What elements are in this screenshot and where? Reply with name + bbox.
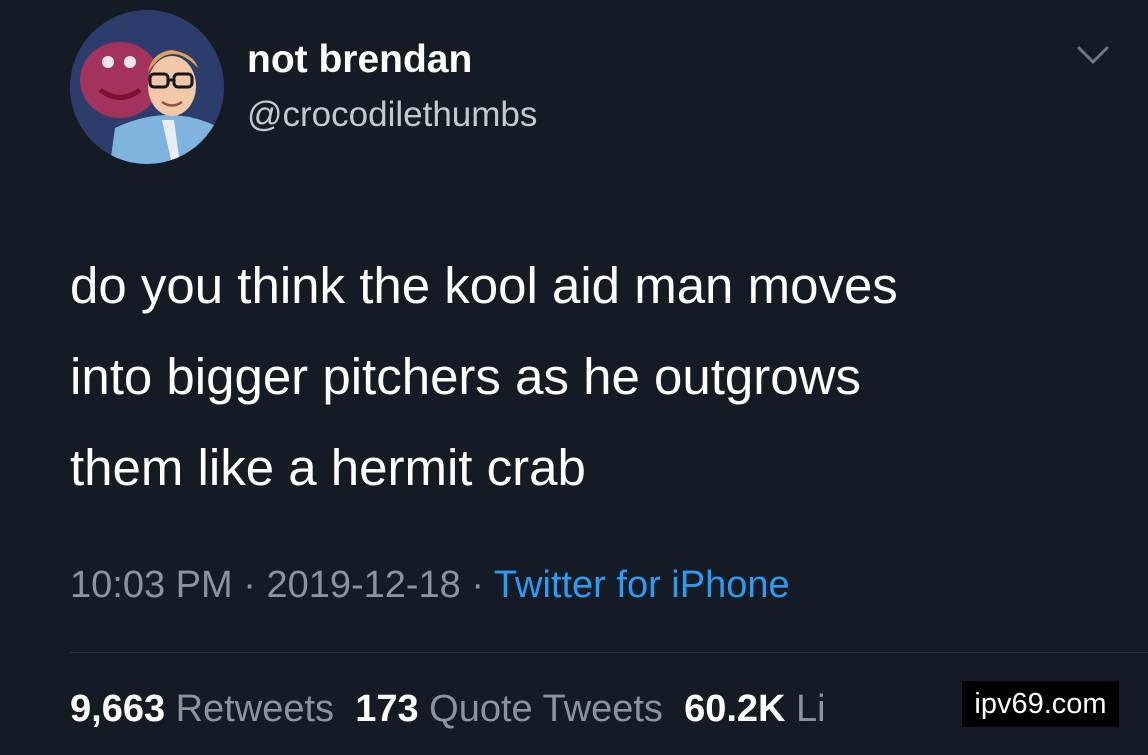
retweets-label: Retweets — [175, 688, 335, 730]
tweet-text-line: them like a hermit crab — [70, 439, 586, 496]
likes-count: 60.2K — [684, 688, 786, 730]
user-handle[interactable]: @crocodilethumbs — [247, 95, 537, 135]
tweet-card: not brendan @crocodilethumbs do you thin… — [0, 0, 1148, 755]
tweet-meta: 10:03 PM · 2019-12-18 · Twitter for iPho… — [70, 564, 790, 607]
tweet-text-line: do you think the kool aid man moves — [70, 257, 898, 314]
display-name[interactable]: not brendan — [247, 38, 472, 82]
quote-tweets-label: Quote Tweets — [429, 688, 663, 730]
tweet-text-line: into bigger pitchers as he outgrows — [70, 348, 861, 405]
meta-separator: · — [460, 564, 494, 606]
chevron-down-icon[interactable] — [1075, 42, 1111, 68]
tweet-text: do you think the kool aid man moves into… — [70, 240, 1110, 513]
avatar[interactable] — [70, 10, 224, 164]
tweet-date[interactable]: 2019-12-18 — [266, 564, 460, 606]
tweet-time[interactable]: 10:03 PM — [70, 564, 233, 606]
watermark: ipv69.com — [962, 681, 1119, 727]
likes-stat[interactable]: 60.2K Li — [684, 688, 826, 730]
quote-tweets-stat[interactable]: 173 Quote Tweets — [355, 688, 663, 730]
tweet-stats: 9,663 Retweets 173 Quote Tweets 60.2K Li — [70, 688, 826, 731]
meta-separator: · — [232, 564, 267, 606]
retweets-stat[interactable]: 9,663 Retweets — [70, 688, 334, 730]
quote-tweets-count: 173 — [355, 688, 419, 730]
avatar-image — [70, 10, 224, 164]
likes-label: Li — [796, 688, 826, 730]
tweet-source-link[interactable]: Twitter for iPhone — [494, 564, 790, 606]
retweets-count: 9,663 — [70, 688, 166, 730]
divider — [70, 652, 1148, 653]
